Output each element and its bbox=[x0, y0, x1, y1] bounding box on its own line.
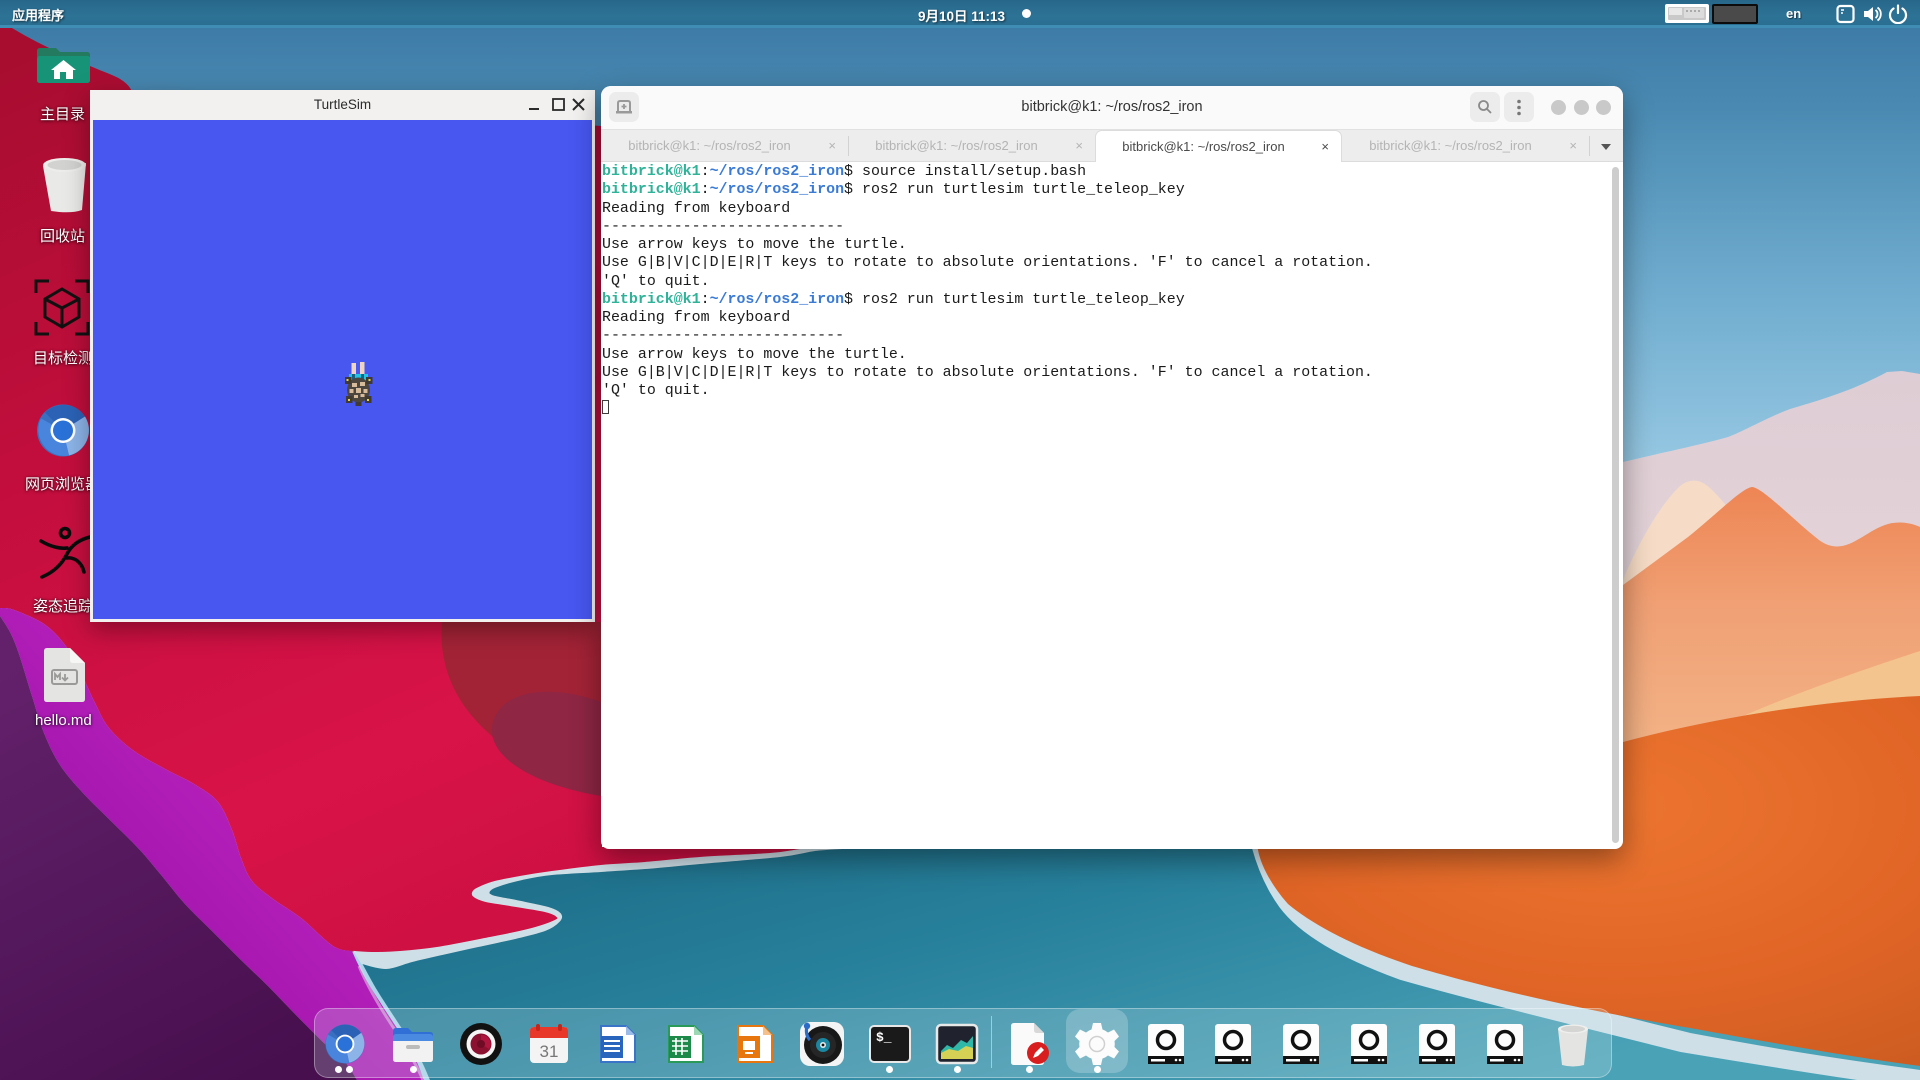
svg-text:$_: $_ bbox=[876, 1030, 892, 1045]
svg-text:31: 31 bbox=[540, 1042, 559, 1061]
